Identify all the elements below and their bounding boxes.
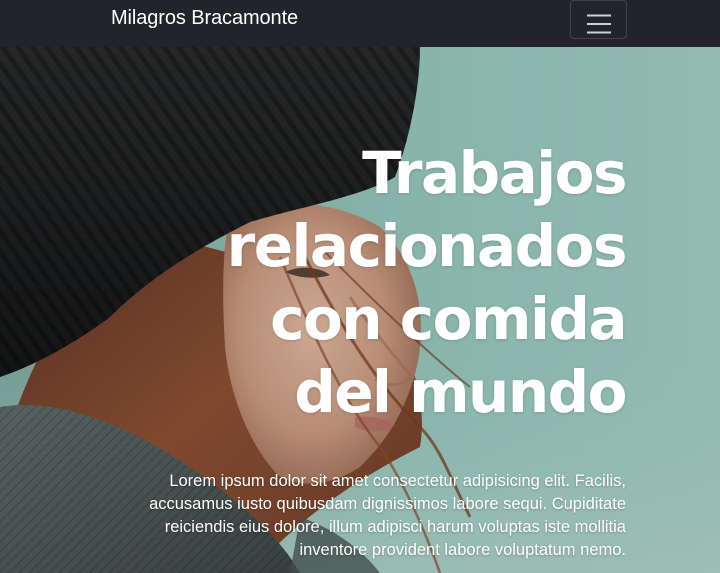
- hero-section: Trabajos relacionados con comida del mun…: [0, 47, 720, 573]
- hero-heading: Trabajos relacionados con comida del mun…: [226, 139, 628, 426]
- navbar-brand[interactable]: Milagros Bracamonte: [111, 7, 298, 30]
- hero-lead-text: Lorem ipsum dolor sit amet consectetur a…: [149, 472, 626, 559]
- navbar-toggler-button[interactable]: [570, 0, 627, 39]
- navbar: Milagros Bracamonte: [0, 0, 720, 47]
- hamburger-menu-icon: [586, 14, 611, 33]
